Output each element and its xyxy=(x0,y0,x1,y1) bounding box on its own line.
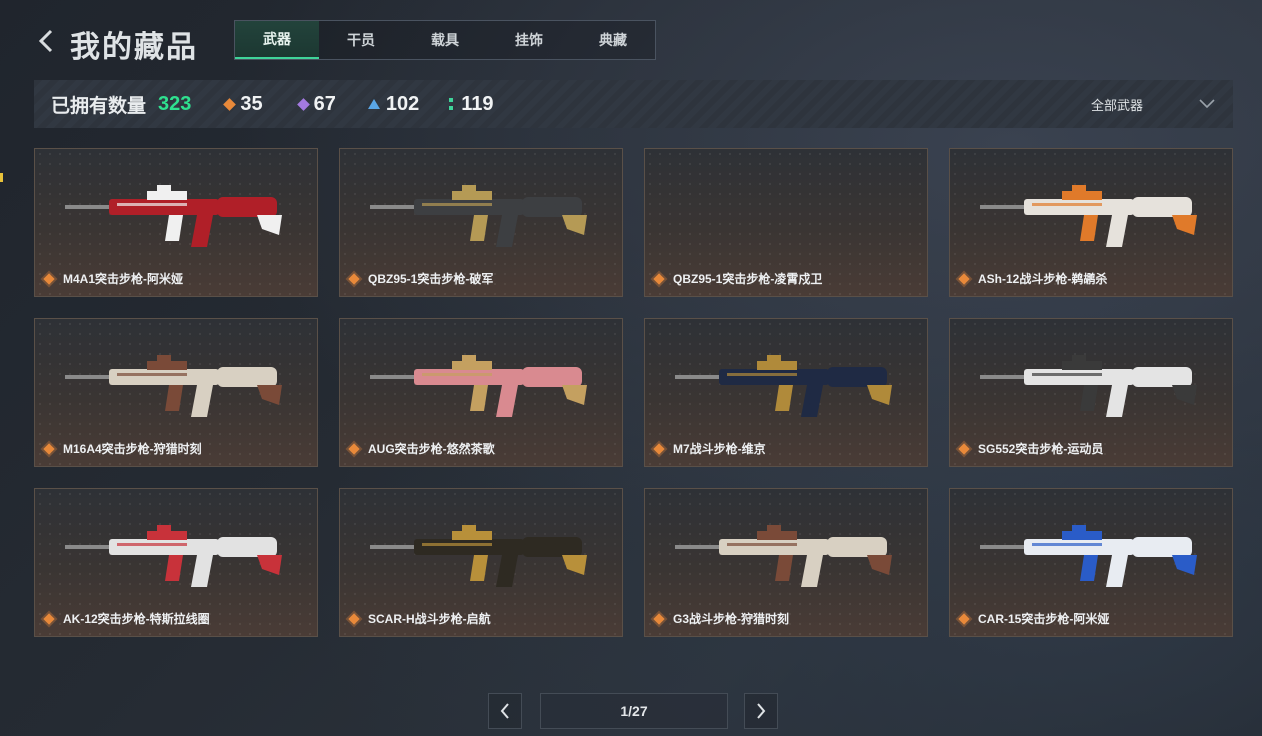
rarity-count-orange: 35 xyxy=(223,92,263,116)
weapon-label: AK-12突击步枪-特斯拉线圈 xyxy=(43,610,210,627)
orange-diamond-icon xyxy=(958,612,970,625)
stats-bar: 已拥有数量 323 35 67 102 119 全部武器 xyxy=(34,80,1233,128)
weapon-name: AK-12突击步枪-特斯拉线圈 xyxy=(63,612,210,626)
orange-diamond-icon xyxy=(653,612,665,625)
owned-label: 已拥有数量 xyxy=(51,95,147,117)
weapon-label: SG552突击步枪-运动员 xyxy=(958,440,1104,457)
page-indicator: 1/27 xyxy=(540,693,728,729)
orange-diamond-icon xyxy=(958,442,970,455)
rarity-count-blue: 102 xyxy=(367,92,420,116)
chevron-left-icon xyxy=(500,703,509,719)
weapon-card[interactable]: AK-12突击步枪-特斯拉线圈 xyxy=(34,488,318,637)
purple-diamond-icon xyxy=(296,97,310,111)
rarity-count-purple: 67 xyxy=(296,92,336,116)
weapon-card[interactable]: ASh-12战斗步枪-鹈鹕杀 xyxy=(949,148,1233,297)
weapon-name: M4A1突击步枪-阿米娅 xyxy=(63,272,184,286)
weapon-image xyxy=(65,185,282,247)
rarity-count-value: 102 xyxy=(385,92,420,115)
tab-charms[interactable]: 挂饰 xyxy=(487,21,571,59)
weapon-label: M16A4突击步枪-狩猎时刻 xyxy=(43,440,202,457)
weapon-label: CAR-15突击步枪-阿米娅 xyxy=(958,610,1110,627)
weapon-image xyxy=(980,185,1197,247)
orange-diamond-icon xyxy=(43,442,55,455)
category-tabs: 武器 干员 载具 挂饰 典藏 xyxy=(234,20,656,60)
weapon-image xyxy=(675,525,892,587)
weapon-card[interactable]: G3战斗步枪-狩猎时刻 xyxy=(644,488,928,637)
weapon-label: M7战斗步枪-维京 xyxy=(653,440,766,457)
weapon-name: ASh-12战斗步枪-鹈鹕杀 xyxy=(978,272,1108,286)
weapon-name: CAR-15突击步枪-阿米娅 xyxy=(978,612,1110,626)
orange-diamond-icon xyxy=(43,272,55,285)
weapon-card[interactable]: SG552突击步枪-运动员 xyxy=(949,318,1233,467)
orange-diamond-icon xyxy=(958,272,970,285)
blue-triangle-icon xyxy=(367,99,380,109)
orange-diamond-icon xyxy=(43,612,55,625)
next-page-button[interactable] xyxy=(744,693,778,729)
rarity-count-value: 67 xyxy=(313,92,336,115)
weapon-card[interactable]: M16A4突击步枪-狩猎时刻 xyxy=(34,318,318,467)
weapon-name: QBZ95-1突击步枪-凌霄戍卫 xyxy=(673,272,823,286)
tab-collection[interactable]: 典藏 xyxy=(571,21,655,59)
chevron-down-icon xyxy=(1199,99,1215,109)
orange-diamond-icon xyxy=(348,272,360,285)
weapon-image xyxy=(65,525,282,587)
owned-count: 323 xyxy=(158,92,192,115)
weapon-name: SG552突击步枪-运动员 xyxy=(978,442,1104,456)
tab-operators[interactable]: 干员 xyxy=(319,21,403,59)
weapon-image xyxy=(370,185,587,247)
weapon-filter-dropdown[interactable]: 全部武器 xyxy=(1091,80,1215,128)
weapon-label: G3战斗步枪-狩猎时刻 xyxy=(653,610,790,627)
weapon-name: SCAR-H战斗步枪-启航 xyxy=(368,612,491,626)
weapon-label: AUG突击步枪-悠然茶歌 xyxy=(348,440,495,457)
weapon-card[interactable]: QBZ95-1突击步枪-破军 xyxy=(339,148,623,297)
back-button[interactable] xyxy=(34,26,60,56)
weapon-card[interactable]: AUG突击步枪-悠然茶歌 xyxy=(339,318,623,467)
weapon-image xyxy=(980,525,1197,587)
weapon-card[interactable]: SCAR-H战斗步枪-启航 xyxy=(339,488,623,637)
chevron-left-icon xyxy=(38,29,53,53)
orange-diamond-icon xyxy=(348,612,360,625)
weapon-label: M4A1突击步枪-阿米娅 xyxy=(43,270,184,287)
weapon-card[interactable]: QBZ95-1突击步枪-凌霄戍卫 xyxy=(644,148,928,297)
weapon-image xyxy=(65,355,282,417)
green-dots-icon xyxy=(449,98,454,110)
weapon-label: ASh-12战斗步枪-鹈鹕杀 xyxy=(958,270,1108,287)
rarity-count-value: 119 xyxy=(461,92,494,115)
tab-weapons[interactable]: 武器 xyxy=(235,21,319,59)
weapon-name: QBZ95-1突击步枪-破军 xyxy=(368,272,494,286)
orange-diamond-icon xyxy=(653,442,665,455)
filter-label: 全部武器 xyxy=(1090,97,1143,113)
weapon-image xyxy=(980,355,1197,417)
weapon-name: M7战斗步枪-维京 xyxy=(673,442,766,456)
rarity-count-green: 119 xyxy=(449,92,494,116)
weapon-image xyxy=(370,525,587,587)
orange-diamond-icon xyxy=(223,97,237,111)
weapon-name: AUG突击步枪-悠然茶歌 xyxy=(368,442,495,456)
weapon-card[interactable]: M7战斗步枪-维京 xyxy=(644,318,928,467)
weapon-card[interactable]: M4A1突击步枪-阿米娅 xyxy=(34,148,318,297)
prev-page-button[interactable] xyxy=(488,693,522,729)
page-title: 我的藏品 xyxy=(70,31,198,64)
chevron-right-icon xyxy=(757,703,766,719)
weapon-name: M16A4突击步枪-狩猎时刻 xyxy=(63,442,202,456)
weapon-card[interactable]: CAR-15突击步枪-阿米娅 xyxy=(949,488,1233,637)
tab-vehicles[interactable]: 载具 xyxy=(403,21,487,59)
weapon-name: G3战斗步枪-狩猎时刻 xyxy=(673,612,790,626)
weapon-image xyxy=(675,355,892,417)
rarity-count-value: 35 xyxy=(240,92,263,115)
weapon-image xyxy=(370,355,587,417)
orange-diamond-icon xyxy=(348,442,360,455)
side-marker xyxy=(0,173,3,182)
weapon-label: SCAR-H战斗步枪-启航 xyxy=(348,610,491,627)
weapon-label: QBZ95-1突击步枪-凌霄戍卫 xyxy=(653,270,823,287)
orange-diamond-icon xyxy=(653,272,665,285)
weapon-label: QBZ95-1突击步枪-破军 xyxy=(348,270,494,287)
